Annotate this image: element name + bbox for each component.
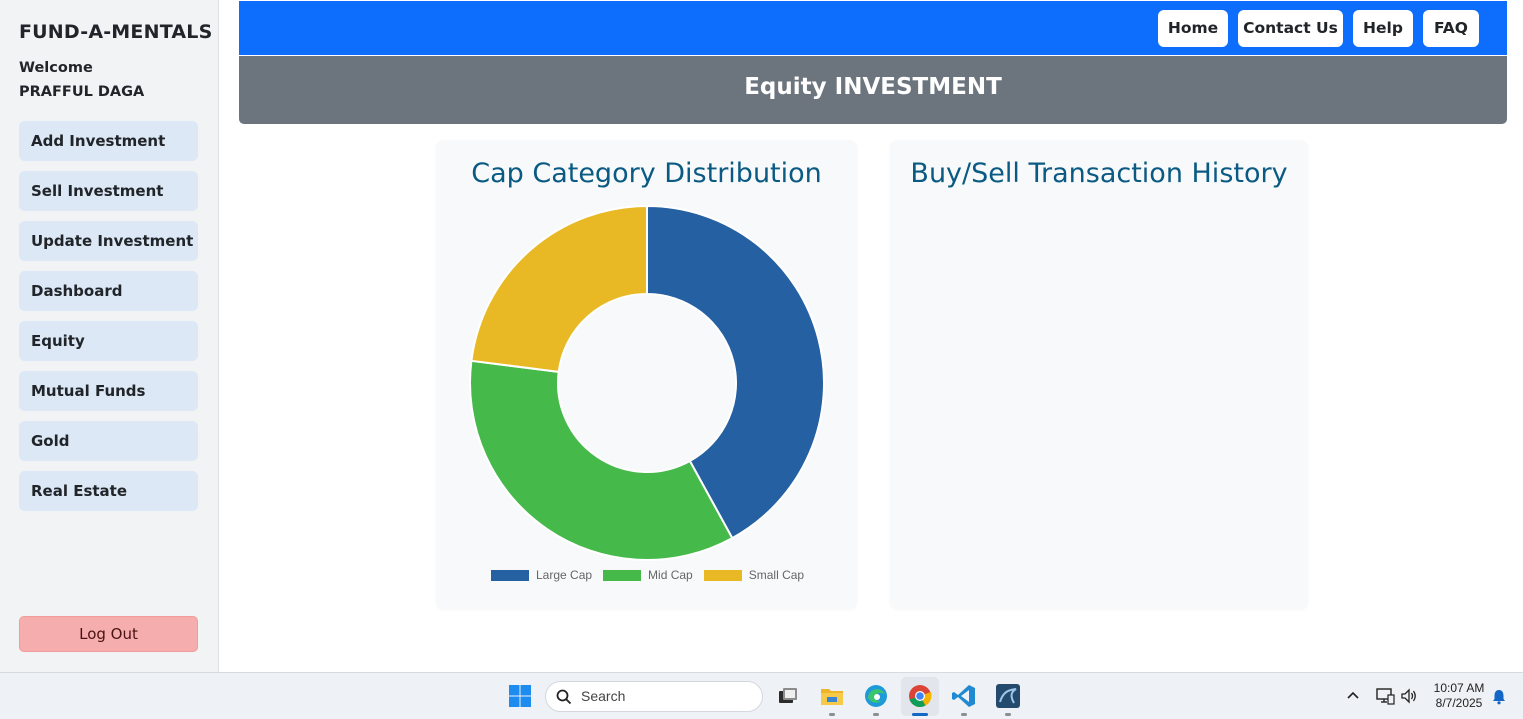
taskbar-search-input[interactable]: Search	[545, 681, 763, 712]
edge-running-indicator	[873, 713, 879, 716]
network-icon[interactable]	[1375, 687, 1395, 705]
transaction-history-card: Buy/Sell Transaction History	[890, 140, 1308, 609]
sidebar-item-update-investment[interactable]: Update Investment	[19, 221, 198, 261]
edge-icon[interactable]	[862, 682, 890, 710]
legend-swatch-mid-cap	[603, 569, 642, 581]
page-title-banner: Equity INVESTMENT	[239, 56, 1507, 124]
system-clock[interactable]: 10:07 AM 8/7/2025	[1428, 681, 1490, 711]
sidebar-item-real-estate[interactable]: Real Estate	[19, 471, 198, 511]
legend-swatch-small-cap	[703, 569, 742, 581]
legend-item-large-cap[interactable]: Large Cap	[491, 568, 592, 582]
legend-label-mid-cap: Mid Cap	[648, 568, 693, 582]
legend-label-small-cap: Small Cap	[748, 568, 805, 582]
sidebar: FUND-A-MENTALS Welcome PRAFFUL DAGA Add …	[0, 0, 219, 672]
user-name: PRAFFUL DAGA	[19, 84, 145, 100]
chart-legend: Large Cap Mid Cap Small Cap	[491, 568, 815, 582]
legend-label-large-cap: Large Cap	[536, 568, 593, 582]
home-button[interactable]: Home	[1158, 10, 1228, 47]
mysql-workbench-running-indicator	[1005, 713, 1011, 716]
contact-us-button[interactable]: Contact Us	[1238, 10, 1343, 47]
clock-date: 8/7/2025	[1435, 696, 1483, 710]
logout-button[interactable]: Log Out	[19, 616, 198, 652]
cap-distribution-chart	[469, 204, 825, 561]
file-explorer-running-indicator	[829, 713, 835, 716]
page-title: Equity INVESTMENT	[744, 74, 1002, 100]
vscode-running-indicator	[961, 713, 967, 716]
vscode-icon[interactable]	[950, 682, 978, 710]
sidebar-item-dashboard[interactable]: Dashboard	[19, 271, 198, 311]
welcome-block: Welcome PRAFFUL DAGA	[19, 56, 144, 104]
windows-taskbar: Search 10:07 AM 8/7/2025	[0, 672, 1523, 719]
sidebar-item-equity[interactable]: Equity	[19, 321, 198, 361]
sidebar-item-mutual-funds[interactable]: Mutual Funds	[19, 371, 198, 411]
sidebar-item-sell-investment[interactable]: Sell Investment	[19, 171, 198, 211]
brand-title: FUND-A-MENTALS	[19, 21, 213, 43]
sidebar-item-gold[interactable]: Gold	[19, 421, 198, 461]
task-view-icon[interactable]	[774, 682, 802, 710]
chrome-active-indicator	[912, 713, 928, 716]
top-navbar: Home Contact Us Help FAQ	[239, 1, 1507, 55]
cap-distribution-card: Cap Category Distribution Large Cap Mid …	[436, 140, 857, 609]
volume-icon[interactable]	[1400, 688, 1418, 704]
search-placeholder: Search	[581, 688, 626, 704]
legend-item-small-cap[interactable]: Small Cap	[703, 568, 805, 582]
clock-time: 10:07 AM	[1433, 681, 1485, 695]
chevron-up-icon[interactable]	[1346, 690, 1360, 700]
search-icon	[556, 689, 572, 705]
help-button[interactable]: Help	[1353, 10, 1413, 47]
faq-button[interactable]: FAQ	[1423, 10, 1479, 47]
notification-bell-icon[interactable]	[1491, 688, 1507, 705]
welcome-label: Welcome	[19, 60, 93, 76]
file-explorer-icon[interactable]	[818, 682, 846, 710]
mysql-workbench-icon[interactable]	[994, 682, 1022, 710]
transaction-history-title: Buy/Sell Transaction History	[910, 158, 1288, 189]
legend-item-mid-cap[interactable]: Mid Cap	[603, 568, 693, 582]
chrome-icon[interactable]	[906, 682, 934, 710]
donut-slice-small-cap[interactable]	[470, 204, 648, 373]
legend-swatch-large-cap	[491, 569, 529, 581]
sidebar-item-add-investment[interactable]: Add Investment	[19, 121, 198, 161]
windows-start-icon[interactable]	[506, 682, 534, 710]
